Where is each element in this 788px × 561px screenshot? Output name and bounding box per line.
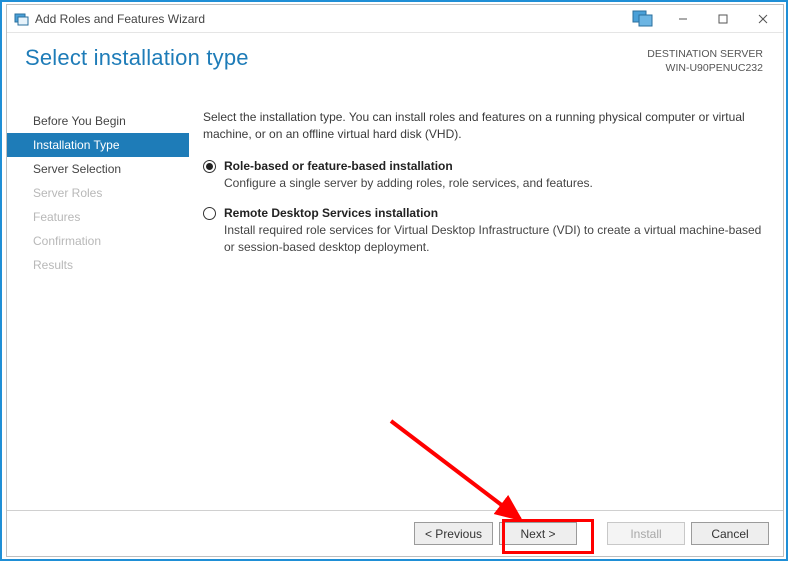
option-remote-desktop[interactable]: Remote Desktop Services installation Ins… <box>203 205 763 257</box>
footer: < Previous Next > Install Cancel <box>7 510 783 556</box>
option-remote-desktop-title: Remote Desktop Services installation <box>224 205 763 222</box>
next-button[interactable]: Next > <box>499 522 577 545</box>
radio-role-based[interactable] <box>203 160 216 173</box>
step-results: Results <box>7 253 189 277</box>
install-button: Install <box>607 522 685 545</box>
step-before-you-begin[interactable]: Before You Begin <box>7 109 189 133</box>
destination-server-value: WIN-U90PENUC232 <box>647 61 763 75</box>
radio-remote-desktop[interactable] <box>203 207 216 220</box>
header: Select installation type DESTINATION SER… <box>7 33 783 105</box>
step-server-selection[interactable]: Server Selection <box>7 157 189 181</box>
step-server-roles: Server Roles <box>7 181 189 205</box>
close-button[interactable] <box>743 5 783 33</box>
intro-text: Select the installation type. You can in… <box>203 109 763 144</box>
destination-server-label: DESTINATION SERVER <box>647 47 763 61</box>
step-confirmation: Confirmation <box>7 229 189 253</box>
step-installation-type[interactable]: Installation Type <box>7 133 189 157</box>
option-role-based-desc: Configure a single server by adding role… <box>224 175 593 192</box>
app-icon <box>13 11 29 27</box>
previous-button[interactable]: < Previous <box>414 522 493 545</box>
minimize-button[interactable] <box>663 5 703 33</box>
titlebar: Add Roles and Features Wizard <box>7 5 783 33</box>
cancel-button[interactable]: Cancel <box>691 522 769 545</box>
option-remote-desktop-desc: Install required role services for Virtu… <box>224 222 763 257</box>
wizard-window: Add Roles and Features Wizard <box>6 4 784 557</box>
page-title: Select installation type <box>25 45 249 71</box>
content-pane: Select the installation type. You can in… <box>189 105 783 510</box>
maximize-button[interactable] <box>703 5 743 33</box>
destination-server-block: DESTINATION SERVER WIN-U90PENUC232 <box>647 45 763 75</box>
wizard-steps-sidebar: Before You Begin Installation Type Serve… <box>7 105 189 510</box>
cascade-windows-icon[interactable] <box>623 5 663 33</box>
option-role-based[interactable]: Role-based or feature-based installation… <box>203 158 763 193</box>
window-title: Add Roles and Features Wizard <box>35 12 205 26</box>
step-features: Features <box>7 205 189 229</box>
option-role-based-title: Role-based or feature-based installation <box>224 158 593 175</box>
